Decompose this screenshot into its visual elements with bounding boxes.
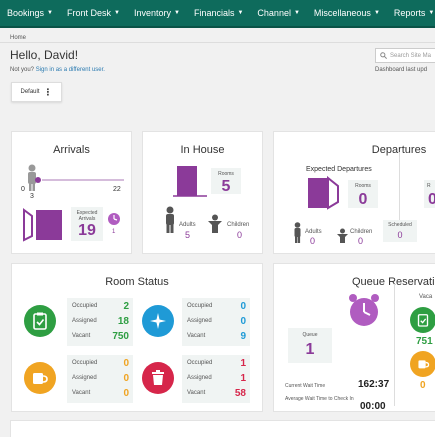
departures-title: Departures	[371, 144, 427, 156]
pickup-status-icon	[410, 351, 435, 377]
pickup-status-stats[interactable]: Occupied Assigned Vacant 0 0 0	[67, 355, 133, 403]
next-widget-row	[10, 420, 435, 437]
inspected-status-icon	[142, 305, 174, 337]
room-status-title: Room Status	[105, 276, 169, 288]
nav-financials[interactable]: Financials ▼	[187, 8, 250, 18]
nav-bookings[interactable]: Bookings ▼	[0, 8, 60, 18]
room-status-card: Room Status Occupied Assigned Vacant 2 1…	[11, 263, 263, 412]
in-house-rooms-stat[interactable]: Rooms 5	[211, 168, 241, 195]
nav-channel[interactable]: Channel ▼	[250, 8, 306, 18]
nav-inventory[interactable]: Inventory ▼	[127, 8, 187, 18]
average-wait-label: Average Wait Time to Check In	[285, 396, 354, 402]
queue-count-stat[interactable]: Queue 1	[288, 328, 332, 363]
clipboard-check-icon	[417, 314, 429, 327]
person-icon	[28, 164, 36, 191]
site-search-input[interactable]: Search Site Ma	[375, 48, 435, 63]
arrivals-slider[interactable]	[24, 164, 124, 198]
coffee-cup-icon	[417, 360, 429, 369]
sparkle-icon	[150, 313, 166, 329]
arrivals-card: Arrivals 0 22 3 Expected Arrivals 19 1	[11, 131, 132, 254]
caret-down-icon: ▼	[47, 10, 53, 16]
nav-front-desk[interactable]: Front Desk ▼	[60, 8, 127, 18]
trash-icon	[152, 370, 164, 385]
departures-r-stat[interactable]: R 0	[424, 180, 435, 208]
in-house-children-label: Children	[227, 222, 250, 228]
inspected-status-stats[interactable]: Occupied Assigned Vacant 0 0 9	[182, 298, 250, 346]
dashboard-layout-dropdown[interactable]: Default ⋮	[11, 82, 62, 102]
departures-children-value: 0	[358, 236, 364, 246]
caret-down-icon: ▼	[237, 10, 244, 16]
in-house-title: In House	[180, 144, 225, 156]
arrival-door-icon	[23, 208, 62, 242]
child-icon	[208, 214, 222, 233]
nav-reports[interactable]: Reports ▼	[387, 8, 435, 18]
pickup-status-icon	[24, 362, 56, 394]
caret-down-icon: ▼	[293, 10, 300, 16]
queue-vacant-pickup-value: 0	[420, 380, 426, 391]
scheduled-departures-stat[interactable]: Scheduled 0	[383, 220, 417, 242]
dirty-status-icon	[142, 362, 174, 394]
adult-icon	[294, 222, 301, 243]
caret-down-icon: ▼	[428, 10, 435, 16]
divider	[394, 284, 395, 406]
clean-status-icon	[410, 307, 435, 333]
slider-current: 3	[30, 193, 34, 200]
dirty-status-stats[interactable]: Occupied Assigned Vacant 1 1 58	[182, 355, 250, 403]
in-house-adults-label: Adults	[179, 222, 196, 228]
slider-min: 0	[21, 186, 25, 193]
search-icon	[380, 52, 387, 59]
departures-adults-label: Adults	[305, 229, 322, 235]
departure-door-icon	[308, 176, 339, 210]
departures-rooms-stat[interactable]: Rooms 0	[348, 180, 378, 208]
in-house-children-value: 0	[237, 230, 243, 240]
in-house-door-icon	[173, 166, 207, 197]
child-icon	[337, 228, 348, 243]
breadcrumb[interactable]: Home	[10, 35, 26, 41]
clean-status-stats[interactable]: Occupied Assigned Vacant 2 18 750	[67, 298, 133, 346]
clock-icon	[108, 213, 120, 225]
average-wait-value: 00:00	[360, 401, 386, 412]
not-you-text: Not you? Sign in as a different user.	[10, 67, 105, 73]
coffee-cup-icon	[33, 373, 48, 384]
clean-status-icon	[24, 305, 56, 337]
divider	[0, 42, 435, 43]
top-nav: Bookings ▼ Front Desk ▼ Inventory ▼ Financi…	[0, 0, 435, 28]
in-house-adults-value: 5	[185, 230, 191, 240]
caret-down-icon: ▼	[373, 10, 380, 16]
late-arrivals-count: 1	[112, 229, 116, 235]
queue-reservations-title: Queue Reservatio	[352, 276, 435, 288]
departures-children-label: Children	[350, 229, 373, 235]
queue-vacant-label: Vaca	[419, 294, 433, 300]
queue-vacant-clean-value: 751	[416, 336, 433, 347]
nav-miscellaneous[interactable]: Miscellaneous ▼	[307, 8, 387, 18]
page-greeting: Hello, David!	[10, 48, 79, 62]
alarm-clock-icon	[349, 294, 379, 326]
adult-icon	[166, 206, 174, 233]
expected-departures-label: Expected Departures	[306, 166, 372, 173]
kebab-menu-icon: ⋮	[43, 86, 53, 97]
current-wait-value: 162:37	[358, 379, 390, 390]
arrivals-title: Arrivals	[53, 144, 90, 156]
caret-down-icon: ▼	[114, 10, 120, 16]
slider-max: 22	[113, 186, 121, 193]
clipboard-check-icon	[33, 312, 47, 330]
departures-adults-value: 0	[310, 236, 316, 246]
in-house-card: In House Rooms 5 Adults 5 Children 0	[142, 131, 263, 254]
dashboard-last-updated: Dashboard last upd	[375, 67, 428, 73]
slider-handle	[35, 177, 41, 183]
sign-in-different-user-link[interactable]: Sign in as a different user.	[36, 67, 105, 73]
caret-down-icon: ▼	[173, 10, 180, 16]
departures-card: Departures Expected Departures Rooms 0 R…	[273, 131, 435, 254]
expected-arrivals-stat[interactable]: Expected Arrivals 19	[71, 207, 103, 241]
current-wait-label: Current Wait Time	[285, 383, 326, 389]
queue-reservations-card: Queue Reservatio Queue 1 Current Wait Ti…	[273, 263, 435, 412]
